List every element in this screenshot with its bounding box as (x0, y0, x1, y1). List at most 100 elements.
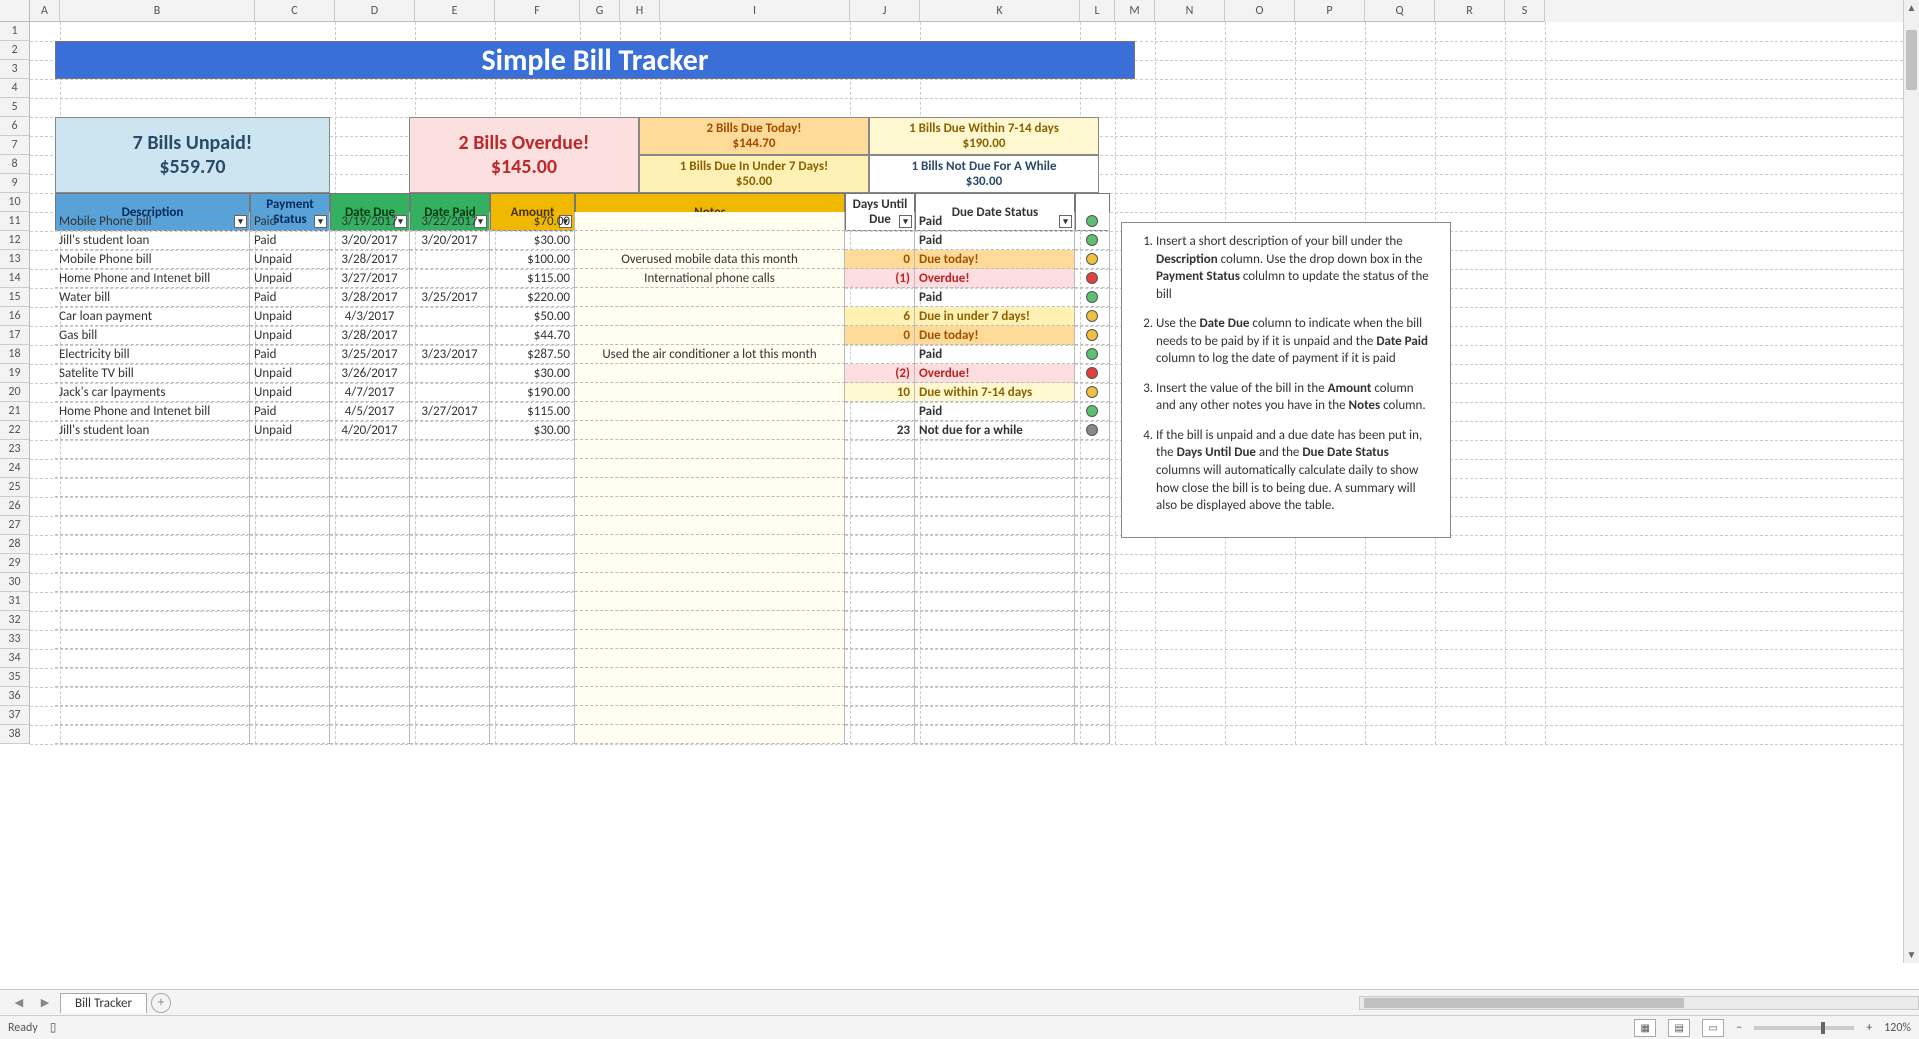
table-row-empty[interactable] (55, 725, 1110, 744)
cell-amount[interactable]: $190.00 (490, 383, 575, 402)
cell-amount[interactable]: $30.00 (490, 421, 575, 440)
row-header-14[interactable]: 14 (0, 269, 30, 288)
row-header-12[interactable]: 12 (0, 231, 30, 250)
col-header-O[interactable]: O (1225, 0, 1295, 22)
col-header-B[interactable]: B (60, 0, 255, 22)
row-header-30[interactable]: 30 (0, 573, 30, 592)
cell-date-due[interactable]: 3/27/2017 (330, 269, 410, 288)
vertical-scrollbar[interactable]: ▲ ▼ (1903, 0, 1919, 963)
cell-payment-status[interactable]: Paid (250, 345, 330, 364)
table-row-empty[interactable] (55, 573, 1110, 592)
cell-payment-status[interactable]: Paid (250, 402, 330, 421)
table-row-empty[interactable] (55, 478, 1110, 497)
cell-amount[interactable]: $220.00 (490, 288, 575, 307)
cell-payment-status[interactable]: Paid (250, 231, 330, 250)
cell-notes[interactable] (575, 383, 845, 402)
zoom-slider[interactable] (1754, 1026, 1854, 1030)
col-header-I[interactable]: I (660, 0, 850, 22)
cell-notes[interactable] (575, 364, 845, 383)
cell-payment-status[interactable]: Unpaid (250, 307, 330, 326)
table-row[interactable]: Mobile Phone bill Paid 3/19/2017 3/22/20… (55, 212, 1110, 231)
view-page-break-button[interactable]: ▭ (1702, 1019, 1724, 1037)
cell-description[interactable]: Mobile Phone bill (55, 250, 250, 269)
row-header-5[interactable]: 5 (0, 98, 30, 117)
cell-date-due[interactable]: 3/28/2017 (330, 326, 410, 345)
view-normal-button[interactable]: ▦ (1634, 1019, 1656, 1037)
zoom-handle[interactable] (1821, 1022, 1825, 1034)
row-header-15[interactable]: 15 (0, 288, 30, 307)
table-row[interactable]: Gas bill Unpaid 3/28/2017 $44.70 0 Due t… (55, 326, 1110, 345)
row-header-10[interactable]: 10 (0, 193, 30, 212)
col-header-R[interactable]: R (1435, 0, 1505, 22)
cell-description[interactable]: Gas bill (55, 326, 250, 345)
zoom-out-button[interactable]: − (1736, 1021, 1742, 1035)
table-row[interactable]: Car loan payment Unpaid 4/3/2017 $50.00 … (55, 307, 1110, 326)
table-row[interactable]: Satelite TV bill Unpaid 3/26/2017 $30.00… (55, 364, 1110, 383)
cell-amount[interactable]: $30.00 (490, 364, 575, 383)
cell-description[interactable]: Mobile Phone bill (55, 212, 250, 231)
cell-payment-status[interactable]: Unpaid (250, 383, 330, 402)
cell-date-due[interactable]: 4/20/2017 (330, 421, 410, 440)
cell-amount[interactable]: $287.50 (490, 345, 575, 364)
row-header-23[interactable]: 23 (0, 440, 30, 459)
table-row[interactable]: Jack's car lpayments Unpaid 4/7/2017 $19… (55, 383, 1110, 402)
row-header-19[interactable]: 19 (0, 364, 30, 383)
row-header-38[interactable]: 38 (0, 725, 30, 744)
view-page-layout-button[interactable]: ▤ (1668, 1019, 1690, 1037)
table-row-empty[interactable] (55, 592, 1110, 611)
cell-date-due[interactable]: 3/26/2017 (330, 364, 410, 383)
row-header-13[interactable]: 13 (0, 250, 30, 269)
cell-date-paid[interactable] (410, 326, 490, 345)
table-row[interactable]: Home Phone and Intenet bill Unpaid 3/27/… (55, 269, 1110, 288)
cell-days-until-due[interactable]: (1) (845, 269, 915, 288)
col-header-D[interactable]: D (335, 0, 415, 22)
row-header-34[interactable]: 34 (0, 649, 30, 668)
table-row[interactable]: Electricity bill Paid 3/25/2017 3/23/201… (55, 345, 1110, 364)
row-header-28[interactable]: 28 (0, 535, 30, 554)
table-row-empty[interactable] (55, 516, 1110, 535)
cell-due-date-status[interactable]: Overdue! (915, 269, 1075, 288)
cell-description[interactable]: Jack's car lpayments (55, 383, 250, 402)
cell-description[interactable]: Water bill (55, 288, 250, 307)
table-row-empty[interactable] (55, 440, 1110, 459)
cell-notes[interactable] (575, 402, 845, 421)
row-header-17[interactable]: 17 (0, 326, 30, 345)
col-header-K[interactable]: K (920, 0, 1080, 22)
table-row[interactable]: Home Phone and Intenet bill Paid 4/5/201… (55, 402, 1110, 421)
row-header-32[interactable]: 32 (0, 611, 30, 630)
col-header-M[interactable]: M (1115, 0, 1155, 22)
cell-due-date-status[interactable]: Due today! (915, 250, 1075, 269)
cell-days-until-due[interactable] (845, 212, 915, 231)
table-row-empty[interactable] (55, 687, 1110, 706)
cell-notes[interactable] (575, 326, 845, 345)
select-all-corner[interactable] (0, 0, 30, 22)
cell-payment-status[interactable]: Unpaid (250, 326, 330, 345)
cell-date-paid[interactable] (410, 269, 490, 288)
cell-description[interactable]: Satelite TV bill (55, 364, 250, 383)
cell-date-due[interactable]: 4/7/2017 (330, 383, 410, 402)
col-header-C[interactable]: C (255, 0, 335, 22)
cell-date-paid[interactable] (410, 383, 490, 402)
cell-amount[interactable]: $50.00 (490, 307, 575, 326)
cell-payment-status[interactable]: Unpaid (250, 364, 330, 383)
col-header-L[interactable]: L (1080, 0, 1115, 22)
table-row[interactable]: Jill's student loan Paid 3/20/2017 3/20/… (55, 231, 1110, 250)
cell-payment-status[interactable]: Unpaid (250, 269, 330, 288)
row-header-33[interactable]: 33 (0, 630, 30, 649)
row-header-31[interactable]: 31 (0, 592, 30, 611)
col-header-F[interactable]: F (495, 0, 580, 22)
cell-notes[interactable] (575, 212, 845, 231)
row-header-22[interactable]: 22 (0, 421, 30, 440)
cell-notes[interactable] (575, 421, 845, 440)
col-header-S[interactable]: S (1505, 0, 1545, 22)
col-header-P[interactable]: P (1295, 0, 1365, 22)
cell-due-date-status[interactable]: Paid (915, 345, 1075, 364)
cell-due-date-status[interactable]: Not due for a while (915, 421, 1075, 440)
cell-date-paid[interactable] (410, 307, 490, 326)
row-header-27[interactable]: 27 (0, 516, 30, 535)
row-header-29[interactable]: 29 (0, 554, 30, 573)
col-header-N[interactable]: N (1155, 0, 1225, 22)
zoom-in-button[interactable]: + (1866, 1021, 1872, 1035)
table-row[interactable]: Jill's student loan Unpaid 4/20/2017 $30… (55, 421, 1110, 440)
table-row[interactable]: Mobile Phone bill Unpaid 3/28/2017 $100.… (55, 250, 1110, 269)
